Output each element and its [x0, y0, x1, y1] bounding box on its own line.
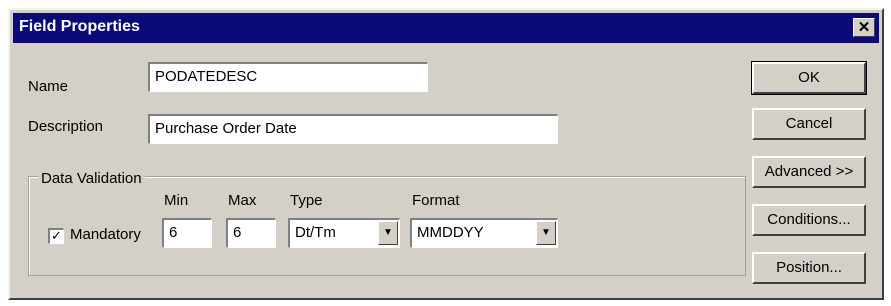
min-label: Min — [164, 192, 189, 209]
close-icon[interactable]: ✕ — [853, 18, 875, 37]
dialog-title: Field Properties — [19, 18, 140, 35]
ok-button[interactable]: OK — [751, 61, 867, 95]
conditions-button[interactable]: Conditions... — [752, 204, 866, 236]
min-field[interactable]: 6 — [162, 218, 212, 248]
type-label: Type — [290, 192, 323, 209]
type-select[interactable]: Dt/Tm ▼ — [288, 218, 400, 248]
description-field[interactable]: Purchase Order Date — [148, 114, 558, 144]
name-label: Name — [28, 78, 69, 95]
format-value: MMDDYY — [417, 224, 484, 241]
type-dropdown-icon[interactable]: ▼ — [378, 221, 398, 245]
advanced-button[interactable]: Advanced >> — [752, 156, 866, 188]
data-validation-title: Data Validation — [38, 170, 145, 187]
description-label: Description — [28, 118, 104, 135]
field-properties-dialog: Field Properties ✕ Name PODATEDESC Descr… — [8, 8, 884, 300]
max-label: Max — [228, 192, 257, 209]
format-label: Format — [412, 192, 460, 209]
name-field[interactable]: PODATEDESC — [148, 62, 428, 92]
position-button[interactable]: Position... — [752, 252, 866, 284]
mandatory-label: Mandatory — [70, 226, 141, 243]
type-value: Dt/Tm — [295, 224, 336, 241]
mandatory-checkbox[interactable]: ✓ — [48, 228, 64, 244]
max-field[interactable]: 6 — [226, 218, 276, 248]
format-dropdown-icon[interactable]: ▼ — [536, 221, 556, 245]
format-select[interactable]: MMDDYY ▼ — [410, 218, 558, 248]
cancel-button[interactable]: Cancel — [752, 108, 866, 140]
title-bar: Field Properties ✕ — [13, 13, 879, 43]
